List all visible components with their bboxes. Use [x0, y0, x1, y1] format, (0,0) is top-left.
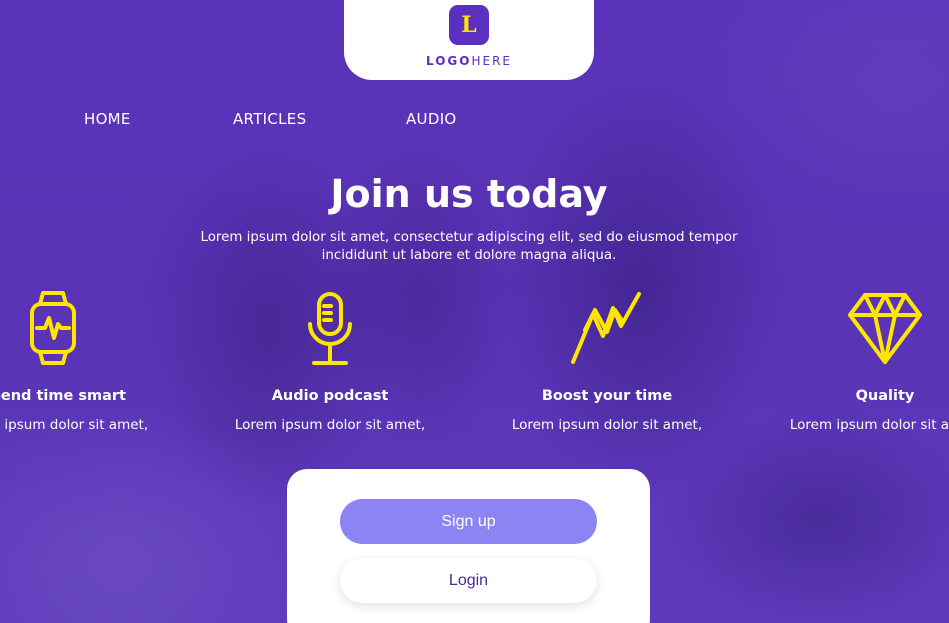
logo-icon: L — [449, 5, 489, 45]
nav-item-articles[interactable]: ARTICLES — [233, 110, 306, 128]
feature-text: Lorem ipsum dolor sit amet, — [789, 417, 949, 433]
nav-item-home[interactable]: HOME — [84, 110, 131, 128]
nav-item-audio[interactable]: AUDIO — [406, 110, 457, 128]
hero-title: Join us today — [330, 172, 608, 216]
logo-card[interactable]: L LOGOHERE — [344, 0, 594, 80]
auth-card: Sign up Login — [287, 469, 650, 623]
logo-text-bold: LOGO — [425, 54, 472, 68]
feature-title: Audio podcast — [271, 388, 389, 404]
smartwatch-icon — [30, 291, 76, 365]
hero-subtitle-line-2: incididunt ut labore et dolore magna ali… — [321, 248, 617, 263]
feature-text: Lorem ipsum dolor sit amet, — [511, 417, 703, 433]
sign-up-button[interactable]: Sign up — [340, 499, 597, 544]
hero-section: L LOGOHERE HOME ARTICLES AUDIO Join us t… — [0, 0, 949, 623]
zigzag-chart-icon — [571, 292, 641, 364]
hero-subtitle: Lorem ipsum dolor sit amet, consectetur … — [180, 229, 758, 265]
logo-text: LOGOHERE — [344, 54, 594, 68]
feature-title: Spend time smart — [0, 388, 126, 404]
feature-quality: Quality Lorem ipsum dolor sit amet, — [765, 290, 949, 433]
login-button[interactable]: Login — [340, 558, 597, 603]
hero-subtitle-line-1: Lorem ipsum dolor sit amet, consectetur … — [200, 230, 738, 245]
microphone-icon — [308, 292, 352, 365]
feature-audio-podcast: Audio podcast Lorem ipsum dolor sit amet… — [210, 290, 450, 433]
feature-boost-your-time: Boost your time Lorem ipsum dolor sit am… — [487, 290, 727, 433]
feature-title: Boost your time — [541, 388, 673, 404]
diamond-icon — [848, 293, 922, 364]
feature-text: Lorem ipsum dolor sit amet, — [0, 417, 149, 433]
logo-text-light: HERE — [471, 54, 512, 68]
feature-title: Quality — [855, 388, 915, 404]
feature-spend-time-smart: Spend time smart Lorem ipsum dolor sit a… — [0, 290, 173, 433]
feature-text: Lorem ipsum dolor sit amet, — [234, 417, 426, 433]
